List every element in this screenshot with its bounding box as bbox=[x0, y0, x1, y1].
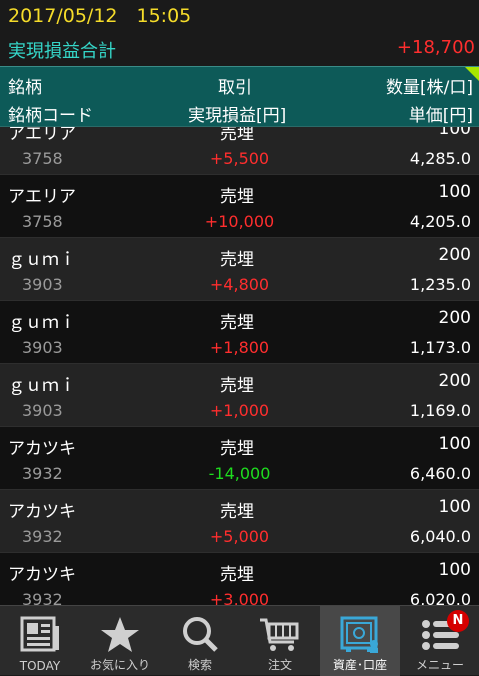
quantity: 100 bbox=[438, 434, 471, 454]
table-row[interactable]: アエリア 売埋 100 3758 +5,500 4,285.0 bbox=[0, 127, 479, 175]
trade-type: 売埋 bbox=[220, 127, 254, 144]
trade-type: 売埋 bbox=[220, 250, 254, 270]
unit-price: 6,460.0 bbox=[409, 464, 471, 483]
quantity: 200 bbox=[438, 245, 471, 265]
table-row[interactable]: ｇｕｍｉ 売埋 200 3903 +1,800 1,173.0 bbox=[0, 301, 479, 364]
realized-pl: +1,800 bbox=[209, 338, 270, 357]
safe-icon bbox=[340, 616, 378, 653]
trade-list[interactable]: アエリア 売埋 100 3758 +5,500 4,285.0 アエリア 売埋 100 3758 +… bbox=[0, 127, 479, 605]
column-header: 銘柄 取引 数量[株/口] 銘柄コード 実現損益[円] 単価[円] bbox=[0, 66, 479, 127]
header-col-qty: 数量[株/口] bbox=[386, 78, 473, 98]
quantity: 100 bbox=[438, 497, 471, 517]
table-row[interactable]: アカツキ 売埋 100 3932 +3,000 6,020.0 bbox=[0, 553, 479, 605]
quantity: 200 bbox=[438, 308, 471, 328]
realized-pl: +5,000 bbox=[209, 527, 270, 546]
nav-favorites-label: お気に入り bbox=[89, 658, 150, 672]
stock-name: ｇｕｍｉ bbox=[8, 376, 76, 396]
header-col-trade: 取引 bbox=[218, 78, 252, 98]
trade-type: 売埋 bbox=[220, 502, 254, 522]
quantity: 200 bbox=[438, 371, 471, 391]
realized-pl: +1,000 bbox=[209, 401, 270, 420]
quantity: 100 bbox=[438, 127, 471, 139]
realized-pl: -14,000 bbox=[208, 464, 271, 483]
nav-order[interactable]: 注文 bbox=[240, 606, 320, 676]
table-row[interactable]: ｇｕｍｉ 売埋 200 3903 +1,000 1,169.0 bbox=[0, 364, 479, 427]
star-icon bbox=[101, 617, 139, 652]
unit-price: 1,169.0 bbox=[409, 401, 471, 420]
realized-pl-summary: 実現損益合計 +18,700 bbox=[0, 33, 479, 66]
trade-type: 売埋 bbox=[220, 313, 254, 333]
nav-today[interactable]: TODAY bbox=[0, 606, 80, 676]
realized-pl: +3,000 bbox=[209, 590, 270, 605]
nav-today-label: TODAY bbox=[19, 659, 61, 673]
nav-favorites[interactable]: お気に入り bbox=[80, 606, 160, 676]
unit-price: 4,205.0 bbox=[409, 212, 471, 231]
trade-type: 売埋 bbox=[220, 187, 254, 207]
nav-order-label: 注文 bbox=[267, 658, 292, 672]
stock-name: アエリア bbox=[8, 187, 76, 207]
header-col-pl: 実現損益[円] bbox=[188, 106, 287, 126]
unit-price: 1,235.0 bbox=[409, 275, 471, 294]
nav-menu-label: メニュー bbox=[415, 658, 464, 672]
table-row[interactable]: ｇｕｍｉ 売埋 200 3903 +4,800 1,235.0 bbox=[0, 238, 479, 301]
newspaper-icon bbox=[20, 616, 59, 652]
unit-price: 4,285.0 bbox=[409, 149, 471, 168]
table-row[interactable]: アカツキ 売埋 100 3932 +5,000 6,040.0 bbox=[0, 490, 479, 553]
header-col-name: 銘柄 bbox=[8, 78, 42, 98]
nav-menu[interactable]: N メニュー bbox=[400, 606, 479, 676]
unit-price: 1,173.0 bbox=[409, 338, 471, 357]
nav-assets[interactable]: 資産･口座 bbox=[320, 606, 400, 676]
stock-name: アカツキ bbox=[8, 502, 76, 522]
menu-notification-badge: N bbox=[447, 610, 469, 632]
table-row[interactable]: アエリア 売埋 100 3758 +10,000 4,205.0 bbox=[0, 175, 479, 238]
stock-name: アカツキ bbox=[8, 439, 76, 459]
stock-name: ｇｕｍｉ bbox=[8, 250, 76, 270]
search-icon bbox=[183, 617, 218, 652]
summary-label: 実現損益合計 bbox=[8, 41, 116, 62]
stock-name: アカツキ bbox=[8, 565, 76, 585]
nav-search[interactable]: 検索 bbox=[160, 606, 240, 676]
bottom-nav: TODAY お気に入り 検索 注文 資産･口座 N メニュー bbox=[0, 605, 479, 676]
stock-name: アエリア bbox=[8, 127, 76, 144]
nav-assets-label: 資産･口座 bbox=[332, 658, 387, 672]
realized-pl: +10,000 bbox=[204, 212, 275, 231]
trade-type: 売埋 bbox=[220, 376, 254, 396]
stock-name: ｇｕｍｉ bbox=[8, 313, 76, 333]
trade-type: 売埋 bbox=[220, 565, 254, 585]
unit-price: 6,040.0 bbox=[409, 527, 471, 546]
header-col-code: 銘柄コード bbox=[8, 106, 93, 126]
realized-pl: +4,800 bbox=[209, 275, 270, 294]
nav-search-label: 検索 bbox=[187, 658, 212, 672]
quantity: 100 bbox=[438, 560, 471, 580]
cart-icon bbox=[260, 618, 299, 651]
table-row[interactable]: アカツキ 売埋 100 3932 -14,000 6,460.0 bbox=[0, 427, 479, 490]
header-col-price: 単価[円] bbox=[408, 106, 473, 126]
status-datetime: 2017/05/12 15:05 bbox=[8, 5, 192, 27]
unit-price: 6,020.0 bbox=[409, 590, 471, 605]
quantity: 100 bbox=[438, 182, 471, 202]
summary-value: +18,700 bbox=[396, 37, 475, 58]
trade-type: 売埋 bbox=[220, 439, 254, 459]
realized-pl: +5,500 bbox=[209, 149, 270, 168]
